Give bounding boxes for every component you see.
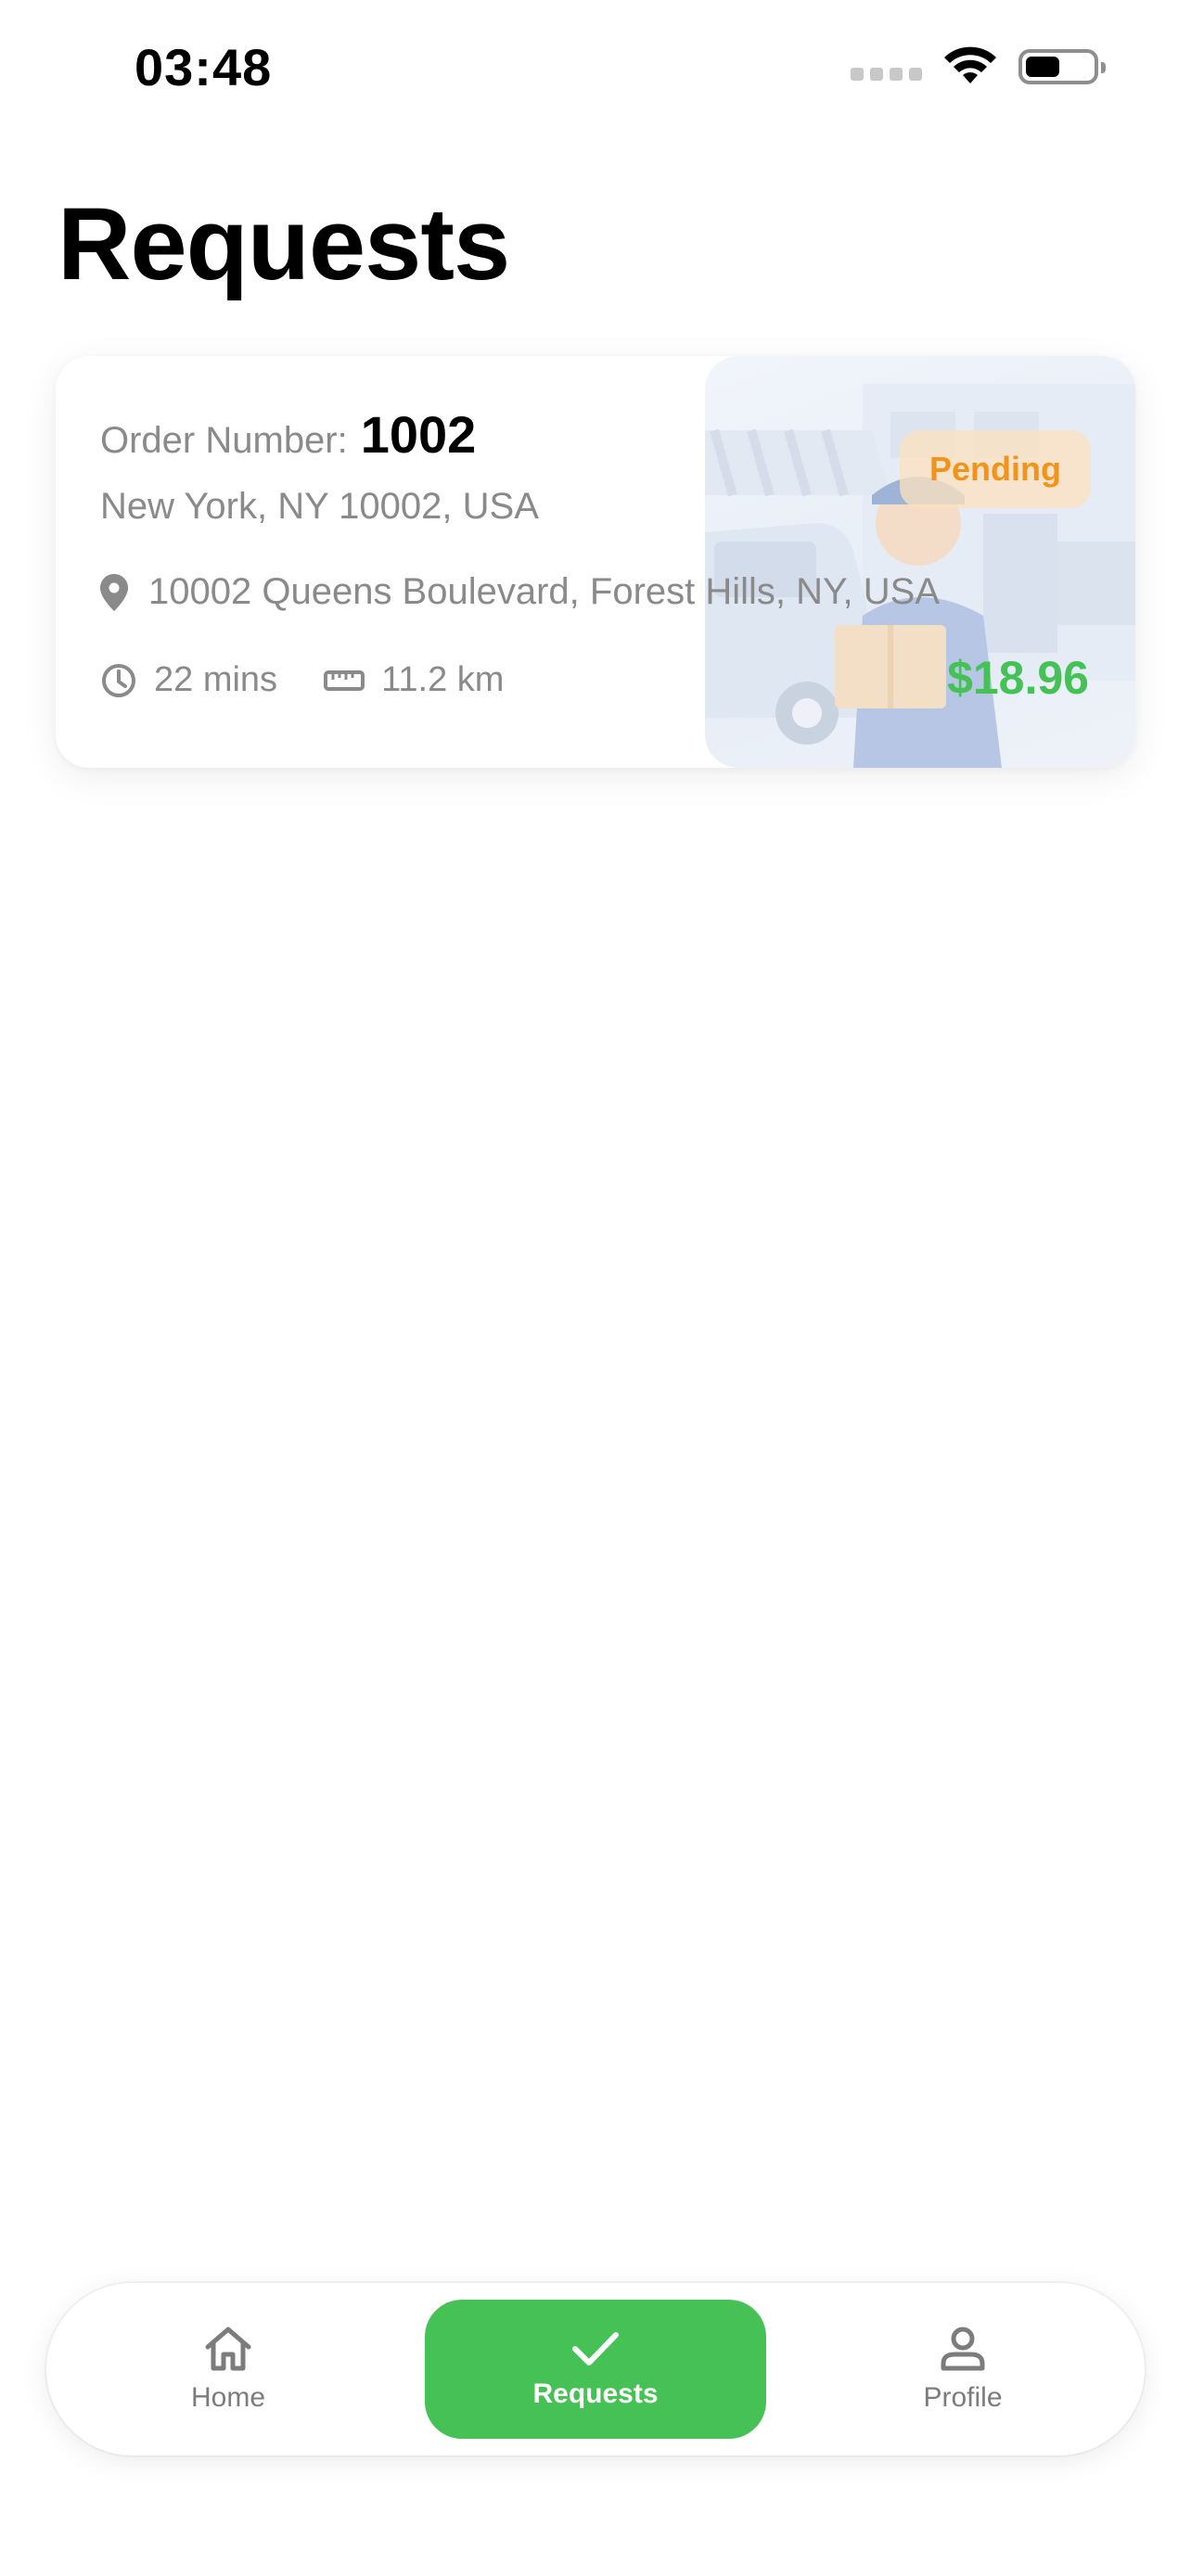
- cellular-signal-icon: [851, 68, 922, 81]
- duration-text: 22 mins: [154, 660, 278, 699]
- status-icons: [851, 46, 1106, 87]
- status-bar: 03:48: [0, 0, 1191, 139]
- battery-icon: [1018, 49, 1106, 84]
- tab-home-label: Home: [190, 2382, 266, 2413]
- clock-icon: [102, 663, 135, 697]
- order-number-line: Order Number: 1002: [100, 404, 476, 465]
- order-address: 10002 Queens Boulevard, Forest Hills, NY…: [100, 571, 940, 613]
- tab-requests-label: Requests: [532, 2378, 659, 2409]
- home-icon: [205, 2327, 251, 2371]
- person-icon: [941, 2327, 985, 2371]
- request-card[interactable]: Order Number: 1002 New York, NY 10002, U…: [56, 356, 1135, 768]
- order-number-label: Order Number:: [100, 420, 348, 461]
- tab-profile-label: Profile: [923, 2382, 1003, 2413]
- tab-home[interactable]: Home: [46, 2283, 410, 2455]
- page-title: Requests: [58, 187, 510, 301]
- duration-item: 22 mins: [100, 660, 277, 700]
- status-badge: Pending: [900, 430, 1091, 508]
- tab-profile[interactable]: Profile: [781, 2283, 1145, 2455]
- ruler-icon: [324, 670, 365, 691]
- location-pin-icon: [100, 573, 128, 611]
- order-meta: 22 mins 11.2 km: [100, 660, 550, 700]
- bottom-tab-bar: Home Requests Profile: [46, 2283, 1145, 2455]
- delivery-illustration: [705, 356, 1135, 768]
- order-number: 1002: [360, 405, 477, 464]
- order-address-text: 10002 Queens Boulevard, Forest Hills, NY…: [148, 571, 941, 612]
- checkmark-icon: [572, 2332, 619, 2366]
- distance-item: 11.2 km: [324, 660, 504, 700]
- distance-text: 11.2 km: [381, 660, 505, 699]
- wifi-icon: [944, 46, 996, 83]
- tab-requests[interactable]: Requests: [425, 2300, 766, 2439]
- status-time: 03:48: [134, 38, 273, 96]
- order-price: $18.96: [947, 652, 1089, 704]
- order-city: New York, NY 10002, USA: [100, 486, 539, 527]
